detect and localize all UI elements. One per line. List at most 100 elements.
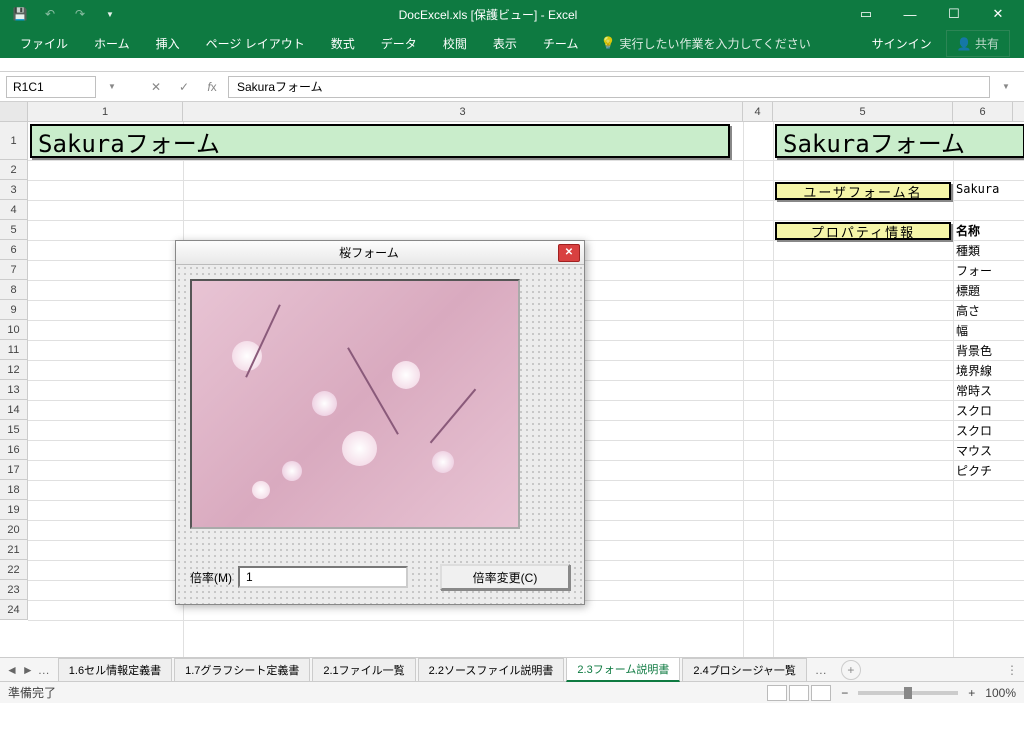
formula-input[interactable] (228, 76, 990, 98)
signin-link[interactable]: サインイン (860, 35, 944, 52)
dialog-close-icon[interactable]: ✕ (558, 244, 580, 262)
close-icon[interactable]: ✕ (978, 2, 1018, 26)
pagelayout-view-icon[interactable] (789, 685, 809, 701)
sheet-tab[interactable]: 2.2ソースファイル説明書 (418, 658, 565, 681)
normal-view-icon[interactable] (767, 685, 787, 701)
userform-label-cell[interactable]: ユーザフォーム名 (775, 182, 951, 200)
cell[interactable]: 標題 (956, 282, 980, 299)
col-header[interactable]: 5 (773, 102, 953, 121)
cell[interactable]: 名称 (956, 222, 980, 239)
row-header[interactable]: 7 (0, 260, 28, 280)
row-header[interactable]: 18 (0, 480, 28, 500)
row-header[interactable]: 9 (0, 300, 28, 320)
pagebreak-view-icon[interactable] (811, 685, 831, 701)
cell[interactable]: Sakura (956, 182, 999, 196)
col-header[interactable]: 1 (28, 102, 183, 121)
row-header[interactable]: 12 (0, 360, 28, 380)
row-header[interactable]: 1 (0, 122, 28, 160)
add-sheet-icon[interactable]: + (841, 660, 861, 680)
maximize-icon[interactable]: ☐ (934, 2, 974, 26)
dialog-body: 倍率(M) 倍率変更(C) (176, 265, 584, 604)
row-header[interactable]: 6 (0, 240, 28, 260)
tab-nav-prev-icon[interactable]: ◄ (6, 663, 18, 677)
share-button[interactable]: 👤 共有 (946, 30, 1010, 57)
fx-icon[interactable]: fx (200, 76, 224, 98)
property-label-cell[interactable]: プロパティ情報 (775, 222, 951, 240)
row-header[interactable]: 14 (0, 400, 28, 420)
cell[interactable]: 常時ス (956, 382, 992, 399)
zoom-slider[interactable] (858, 691, 958, 695)
cell[interactable]: 背景色 (956, 342, 992, 359)
cell[interactable]: フォー (956, 262, 992, 279)
sheet-tab-active[interactable]: 2.3フォーム説明書 (566, 657, 680, 682)
row-header[interactable]: 3 (0, 180, 28, 200)
qat-dropdown-icon[interactable]: ▼ (96, 2, 124, 26)
row-header[interactable]: 13 (0, 380, 28, 400)
name-box[interactable] (6, 76, 96, 98)
row-header[interactable]: 22 (0, 560, 28, 580)
tab-data[interactable]: データ (369, 29, 429, 58)
tab-formulas[interactable]: 数式 (319, 29, 367, 58)
col-header[interactable]: 3 (183, 102, 743, 121)
sheet-tab[interactable]: 1.7グラフシート定義書 (174, 658, 310, 681)
ribbon-options-icon[interactable]: ▭ (846, 2, 886, 26)
row-header[interactable]: 24 (0, 600, 28, 620)
tab-view[interactable]: 表示 (481, 29, 529, 58)
tab-insert[interactable]: 挿入 (144, 29, 192, 58)
row-header[interactable]: 20 (0, 520, 28, 540)
row-header[interactable]: 2 (0, 160, 28, 180)
ratio-input[interactable] (238, 566, 408, 588)
row-header[interactable]: 8 (0, 280, 28, 300)
row-header[interactable]: 11 (0, 340, 28, 360)
cell[interactable]: 幅 (956, 322, 968, 339)
tab-scroll-icon[interactable]: ⋮ (1006, 663, 1018, 677)
title-cell-left[interactable]: Sakuraフォーム (30, 124, 730, 158)
minimize-icon[interactable]: — (890, 2, 930, 26)
select-all-corner[interactable] (0, 102, 28, 121)
tab-nav-more-icon[interactable]: … (38, 663, 50, 677)
tab-team[interactable]: チーム (531, 29, 591, 58)
tab-file[interactable]: ファイル (8, 29, 80, 58)
zoom-level[interactable]: 100% (985, 686, 1016, 700)
row-header[interactable]: 17 (0, 460, 28, 480)
redo-icon[interactable]: ↷ (66, 2, 94, 26)
row-header[interactable]: 16 (0, 440, 28, 460)
undo-icon[interactable]: ↶ (36, 2, 64, 26)
cell[interactable]: 境界線 (956, 362, 992, 379)
cell[interactable]: スクロ (956, 402, 992, 419)
col-header[interactable]: 4 (743, 102, 773, 121)
row-header[interactable]: 15 (0, 420, 28, 440)
cell[interactable]: 種類 (956, 242, 980, 259)
save-icon[interactable]: 💾 (6, 2, 34, 26)
row-header[interactable]: 10 (0, 320, 28, 340)
accept-formula-icon[interactable]: ✓ (172, 76, 196, 98)
col-header[interactable]: 6 (953, 102, 1013, 121)
namebox-dropdown-icon[interactable]: ▼ (100, 76, 124, 98)
cell[interactable]: スクロ (956, 422, 992, 439)
sheet-tab[interactable]: 1.6セル情報定義書 (58, 658, 172, 681)
cancel-formula-icon[interactable]: ✕ (144, 76, 168, 98)
expand-formula-icon[interactable]: ▼ (994, 76, 1018, 98)
dialog-titlebar[interactable]: 桜フォーム ✕ (176, 241, 584, 265)
cell[interactable]: ピクチ (956, 462, 992, 479)
tellme-box[interactable]: 💡 実行したい作業を入力してください (600, 35, 810, 52)
title-cell-right[interactable]: Sakuraフォーム (775, 124, 1024, 158)
row-header[interactable]: 23 (0, 580, 28, 600)
tab-review[interactable]: 校閲 (431, 29, 479, 58)
cell[interactable]: 高さ (956, 302, 980, 319)
sakura-dialog[interactable]: 桜フォーム ✕ 倍率(M) 倍率変更(C) (175, 240, 585, 605)
sheet-tab[interactable]: 2.4プロシージャ一覧 (682, 658, 807, 681)
tab-nav-next-icon[interactable]: ► (22, 663, 34, 677)
cell[interactable]: マウス (956, 442, 992, 459)
tab-overflow-icon[interactable]: … (809, 663, 833, 677)
tab-home[interactable]: ホーム (82, 29, 142, 58)
ratio-change-button[interactable]: 倍率変更(C) (440, 564, 570, 590)
row-header[interactable]: 21 (0, 540, 28, 560)
zoom-in-icon[interactable]: + (968, 686, 975, 700)
sheet-tab[interactable]: 2.1ファイル一覧 (312, 658, 415, 681)
row-header[interactable]: 19 (0, 500, 28, 520)
row-header[interactable]: 4 (0, 200, 28, 220)
row-header[interactable]: 5 (0, 220, 28, 240)
tab-pagelayout[interactable]: ページ レイアウト (194, 29, 317, 58)
zoom-out-icon[interactable]: − (841, 686, 848, 700)
